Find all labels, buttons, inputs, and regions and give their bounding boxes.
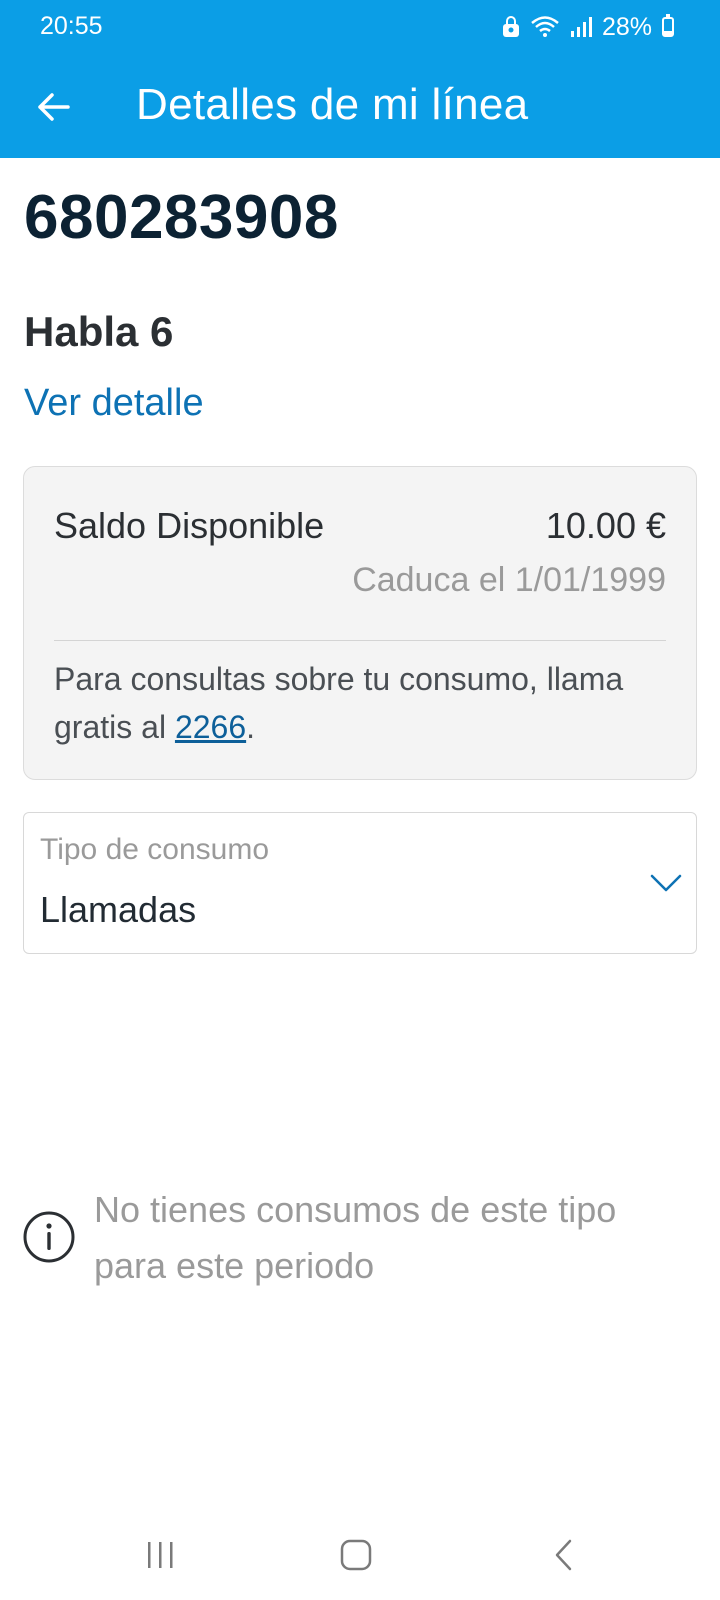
balance-amount: 10.00 € — [545, 505, 666, 546]
home-button[interactable] — [326, 1530, 386, 1580]
divider — [54, 640, 666, 641]
app-header: 20:55 28% Detalles de mi línea — [0, 0, 720, 158]
back-button[interactable] — [28, 82, 78, 132]
page-title: Detalles de mi línea — [136, 80, 529, 129]
line-number: 680283908 — [24, 183, 339, 252]
balance-card: Saldo Disponible 10.00 € Caduca el 1/01/… — [23, 466, 697, 780]
status-icons: 28% — [502, 12, 674, 42]
system-nav-bar — [0, 1520, 720, 1600]
info-icon — [23, 1211, 75, 1263]
select-value: Llamadas — [40, 889, 197, 930]
home-icon — [340, 1539, 372, 1571]
empty-message: No tienes consumos de este tipo para est… — [94, 1189, 617, 1286]
wifi-icon — [530, 15, 560, 39]
select-label: Tipo de consumo — [40, 833, 270, 866]
battery-fill — [664, 30, 672, 35]
recent-apps-icon — [148, 1542, 173, 1568]
battery-percent: 28% — [601, 12, 652, 41]
battery-icon — [662, 14, 674, 37]
consult-text: Para consultas sobre tu consumo, llama g… — [54, 661, 624, 745]
vpn-lock-icon — [502, 16, 520, 38]
phone-link[interactable]: 2266 — [175, 709, 246, 745]
balance-expiry: Caduca el 1/01/1999 — [352, 561, 666, 599]
consult-info: Para consultas sobre tu consumo, llama g… — [54, 655, 664, 751]
arrow-left-icon — [38, 93, 70, 121]
system-back-button[interactable] — [534, 1530, 594, 1580]
signal-icon — [570, 16, 592, 38]
plan-name: Habla 6 — [24, 308, 174, 355]
system-back-icon — [555, 1539, 572, 1571]
view-detail-link[interactable]: Ver detalle — [24, 382, 204, 425]
recent-apps-button[interactable] — [130, 1530, 190, 1580]
balance-label: Saldo Disponible — [54, 505, 325, 546]
chevron-down-icon — [650, 874, 682, 892]
consumption-type-select[interactable]: Tipo de consumo Llamadas — [23, 812, 697, 954]
consult-end: . — [246, 709, 256, 745]
status-time: 20:55 — [40, 12, 103, 40]
